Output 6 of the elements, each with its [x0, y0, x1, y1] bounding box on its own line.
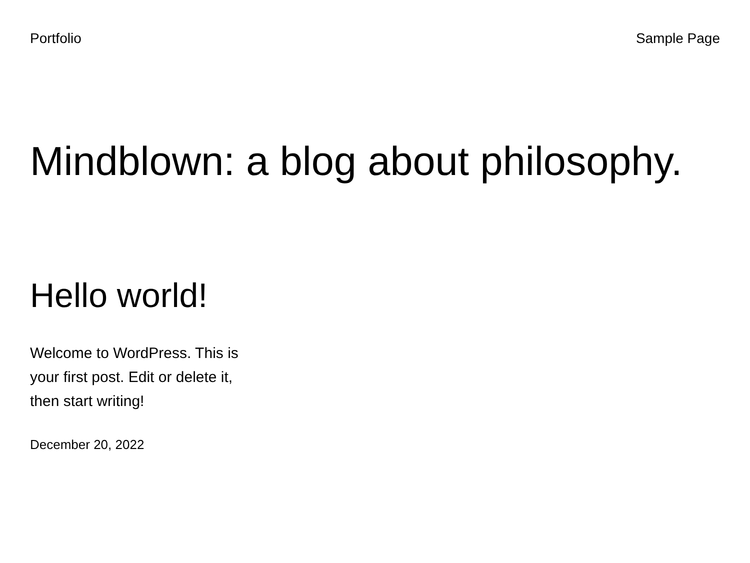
post-excerpt: Welcome to WordPress. This is your first post. Edit or delete it, then start writing!	[30, 344, 240, 412]
post-title-link[interactable]: Hello world!	[30, 276, 208, 316]
page-heading: Mindblown: a blog about philosophy.	[30, 137, 682, 186]
site-title-link[interactable]: Portfolio	[30, 29, 82, 47]
nav-link[interactable]: Sample Page	[636, 29, 720, 47]
post-date: December 20, 2022	[30, 436, 144, 454]
